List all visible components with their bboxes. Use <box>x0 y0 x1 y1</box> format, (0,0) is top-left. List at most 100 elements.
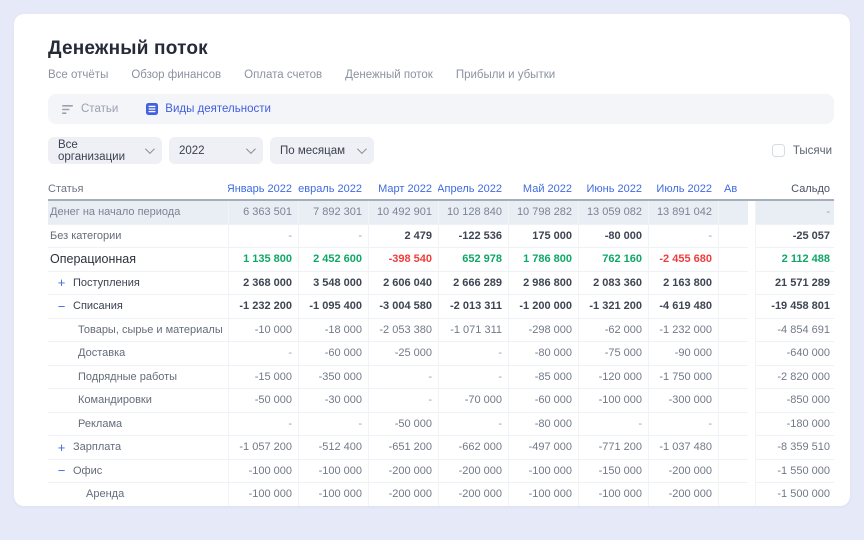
cell-value: 2 163 800 <box>663 277 712 289</box>
value-cell: -298 000 <box>508 319 578 343</box>
table-row[interactable]: +Зарплата-1 057 200-512 400-651 200-662 … <box>48 436 834 460</box>
report-tabs: Все отчёты Обзор финансов Оплата счетов Ден… <box>48 69 834 81</box>
cell-value: -8 359 510 <box>777 441 830 453</box>
cell-value: -100 000 <box>319 465 362 477</box>
row-name-cell: +Поступления <box>48 272 228 296</box>
row-label: Товары, сырье и материалы <box>78 324 223 336</box>
value-cell: -75 000 <box>578 342 648 366</box>
value-cell: - <box>438 413 508 437</box>
cell-value: -200 000 <box>389 465 432 477</box>
cell-value: -771 200 <box>599 441 642 453</box>
value-cell: -80 000 <box>578 225 648 249</box>
cell-value: -350 000 <box>319 371 362 383</box>
cell-value: 13 059 082 <box>587 206 642 218</box>
gap <box>748 319 755 343</box>
gap <box>748 389 755 413</box>
table-row[interactable]: Операционная1 135 8002 452 600-398 54065… <box>48 248 834 272</box>
column-header-month-1[interactable]: Январь 2022 <box>228 178 298 199</box>
value-cell: -200 000 <box>648 483 718 506</box>
table-row[interactable]: Доставка--60 000-25 000--80 000-75 000-9… <box>48 342 834 366</box>
value-cell: -100 000 <box>508 460 578 484</box>
value-cell: -651 200 <box>368 436 438 460</box>
organization-select[interactable]: Все организации <box>48 137 162 164</box>
year-select[interactable]: 2022 <box>169 137 263 164</box>
cell-value: -80 000 <box>535 418 572 430</box>
column-header-month-8[interactable]: Ав <box>718 178 748 199</box>
cell-value: 2 606 040 <box>383 277 432 289</box>
cell-value: 2 479 <box>404 230 432 242</box>
cell-value: -100 000 <box>529 465 572 477</box>
table-row[interactable]: Без категории--2 479-122 536175 000-80 0… <box>48 225 834 249</box>
column-header-month-6[interactable]: Июнь 2022 <box>578 178 648 199</box>
value-cell: - <box>368 389 438 413</box>
tab-articles[interactable]: Статьи <box>62 103 118 115</box>
table-row[interactable]: +Поступления2 368 0003 548 0002 606 0402… <box>48 272 834 296</box>
table-row[interactable]: −Списания-1 232 200-1 095 400-3 004 580-… <box>48 295 834 319</box>
report-tab-2[interactable]: Обзор финансов <box>131 69 221 81</box>
cell-value: -50 000 <box>395 418 432 430</box>
cell-value: 7 892 301 <box>313 206 362 218</box>
value-cell <box>718 436 748 460</box>
cell-value: 10 798 282 <box>517 206 572 218</box>
cell-value: -100 000 <box>249 488 292 500</box>
thousands-checkbox[interactable] <box>772 144 785 157</box>
row-name-cell: Реклама <box>48 413 228 437</box>
column-header-month-2[interactable]: Февраль 2022 <box>298 178 368 199</box>
table-row[interactable]: Товары, сырье и материалы-10 000-18 000-… <box>48 319 834 343</box>
cell-value: -122 536 <box>459 230 502 242</box>
row-name-cell: Подрядные работы <box>48 366 228 390</box>
row-label: Списания <box>73 300 123 312</box>
cell-value: -50 000 <box>255 394 292 406</box>
report-tab-1[interactable]: Все отчёты <box>48 69 108 81</box>
cell-value: - <box>428 371 432 383</box>
value-cell: -100 000 <box>228 460 298 484</box>
value-cell: 10 492 901 <box>368 201 438 225</box>
collapse-minus-icon[interactable]: − <box>56 299 67 314</box>
cell-value: -180 000 <box>787 418 830 430</box>
cell-value: 175 000 <box>532 230 572 242</box>
column-header-month-5[interactable]: Май 2022 <box>508 178 578 199</box>
column-header-month-3[interactable]: Март 2022 <box>368 178 438 199</box>
cell-value: - <box>826 206 830 218</box>
gap <box>748 342 755 366</box>
cell-value: -25 057 <box>793 230 830 242</box>
table-row[interactable]: Командировки-50 000-30 000--70 000-60 00… <box>48 389 834 413</box>
table-row[interactable]: Аренда-100 000-100 000-200 000-200 000-1… <box>48 483 834 506</box>
value-cell: -4 619 480 <box>648 295 718 319</box>
expand-plus-icon[interactable]: + <box>56 440 67 455</box>
report-tab-4[interactable]: Денежный поток <box>345 69 433 81</box>
column-header-month-7[interactable]: Июль 2022 <box>648 178 718 199</box>
cell-value: 10 492 901 <box>377 206 432 218</box>
cell-value: -80 000 <box>535 347 572 359</box>
column-header-name: Статья <box>48 178 228 199</box>
period-select[interactable]: По месяцам <box>270 137 374 164</box>
year-select-value: 2022 <box>179 145 205 157</box>
table-row[interactable]: Реклама---50 000--80 000---180 000 <box>48 413 834 437</box>
saldo-cell: -2 820 000 <box>755 366 834 390</box>
row-label: Подрядные работы <box>78 371 177 383</box>
expand-plus-icon[interactable]: + <box>56 275 67 290</box>
gap <box>748 225 755 249</box>
cell-value: - <box>358 230 362 242</box>
value-cell: -200 000 <box>368 483 438 506</box>
table-row[interactable]: Подрядные работы-15 000-350 000---85 000… <box>48 366 834 390</box>
report-tab-5[interactable]: Прибыли и убытки <box>456 69 555 81</box>
value-cell: -80 000 <box>508 413 578 437</box>
table-row[interactable]: Денег на начало периода6 363 5017 892 30… <box>48 201 834 225</box>
table-row[interactable]: −Офис-100 000-100 000-200 000-200 000-10… <box>48 460 834 484</box>
saldo-cell: -640 000 <box>755 342 834 366</box>
cell-value: 2 452 600 <box>313 253 362 265</box>
value-cell: 2 666 289 <box>438 272 508 296</box>
cell-value: 2 666 289 <box>453 277 502 289</box>
chevron-down-icon <box>357 144 367 154</box>
column-header-month-4[interactable]: Апрель 2022 <box>438 178 508 199</box>
cell-value: - <box>428 394 432 406</box>
collapse-minus-icon[interactable]: − <box>56 463 67 478</box>
cell-value: -651 200 <box>389 441 432 453</box>
row-label: Зарплата <box>73 441 121 453</box>
value-cell: 6 363 501 <box>228 201 298 225</box>
cell-value: 21 571 289 <box>775 277 830 289</box>
tab-activity-types[interactable]: Виды деятельности <box>146 103 271 115</box>
report-tab-3[interactable]: Оплата счетов <box>244 69 322 81</box>
value-cell: -70 000 <box>438 389 508 413</box>
